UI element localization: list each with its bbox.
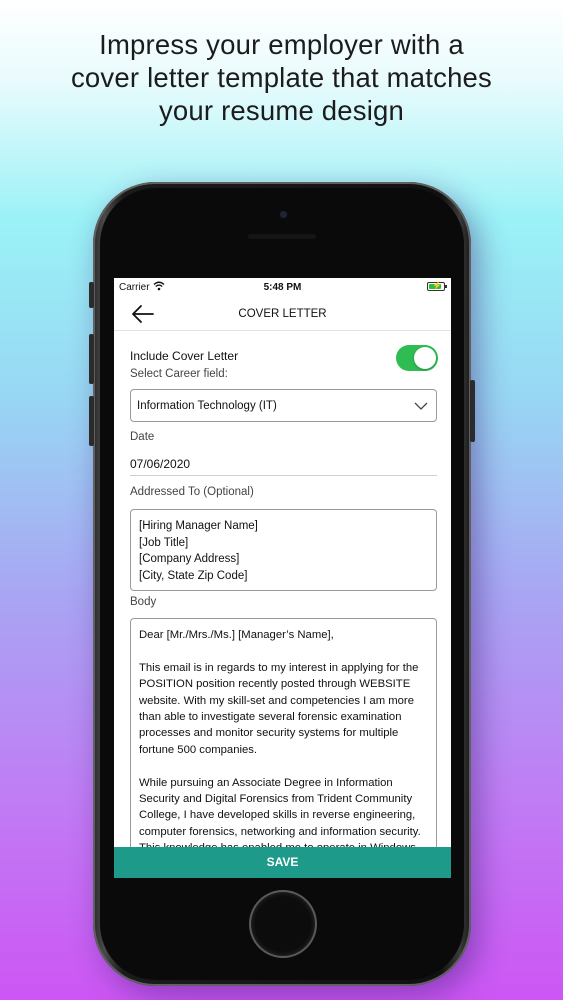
addressed-to-textarea[interactable]: [Hiring Manager Name] [Job Title] [Compa…	[130, 509, 437, 591]
career-field-select[interactable]: Information Technology (IT)	[130, 389, 437, 422]
address-line: [City, State Zip Code]	[139, 569, 248, 582]
address-line: [Company Address]	[139, 553, 240, 565]
headline-line-3: your resume design	[158, 95, 405, 126]
headline: Impress your employer with a cover lette…	[0, 28, 563, 127]
home-button[interactable]	[251, 892, 315, 956]
addressed-to-label: Addressed To (Optional)	[130, 486, 254, 498]
page-title: COVER LETTER	[238, 308, 327, 320]
app-screen: Carrier 5:48 PM ⚡ COVER LETTER Include C…	[114, 278, 451, 878]
chevron-down-icon	[414, 402, 428, 410]
save-button[interactable]: SAVE	[114, 847, 451, 878]
career-field-value: Information Technology (IT)	[137, 400, 277, 412]
date-label: Date	[130, 431, 155, 443]
toggle-knob	[414, 347, 436, 369]
earpiece-speaker	[248, 234, 316, 239]
address-line: [Hiring Manager Name]	[139, 520, 258, 532]
body-label: Body	[130, 596, 157, 608]
body-textarea[interactable]: Dear [Mr./Mrs./Ms.] [Manager’s Name], Th…	[130, 618, 437, 858]
date-underline	[130, 475, 437, 476]
body-paragraph: While pursuing an Associate Degree in In…	[139, 776, 421, 855]
nav-bar: COVER LETTER	[114, 298, 451, 331]
body-paragraph: This email is in regards to my interest …	[139, 661, 419, 756]
volume-down-button	[89, 396, 94, 446]
battery-icon: ⚡	[427, 281, 447, 291]
address-line: [Job Title]	[139, 536, 189, 549]
include-cover-letter-toggle[interactable]	[396, 345, 438, 371]
headline-line-2: cover letter template that matches	[70, 62, 493, 93]
front-camera	[280, 211, 287, 218]
mute-switch	[89, 282, 94, 308]
power-button	[470, 380, 475, 442]
headline-line-1: Impress your employer with a	[99, 29, 464, 60]
status-time: 5:48 PM	[263, 282, 302, 293]
career-field-label: Select Career field:	[130, 368, 228, 380]
include-cover-letter-row: Include Cover Letter	[130, 341, 438, 371]
volume-up-button	[89, 334, 94, 384]
date-field[interactable]: 07/06/2020	[130, 457, 190, 471]
status-bar: Carrier 5:48 PM ⚡	[114, 278, 451, 298]
body-paragraph: Dear [Mr./Mrs./Ms.] [Manager’s Name],	[139, 629, 334, 641]
include-cover-letter-label: Include Cover Letter	[130, 349, 239, 363]
